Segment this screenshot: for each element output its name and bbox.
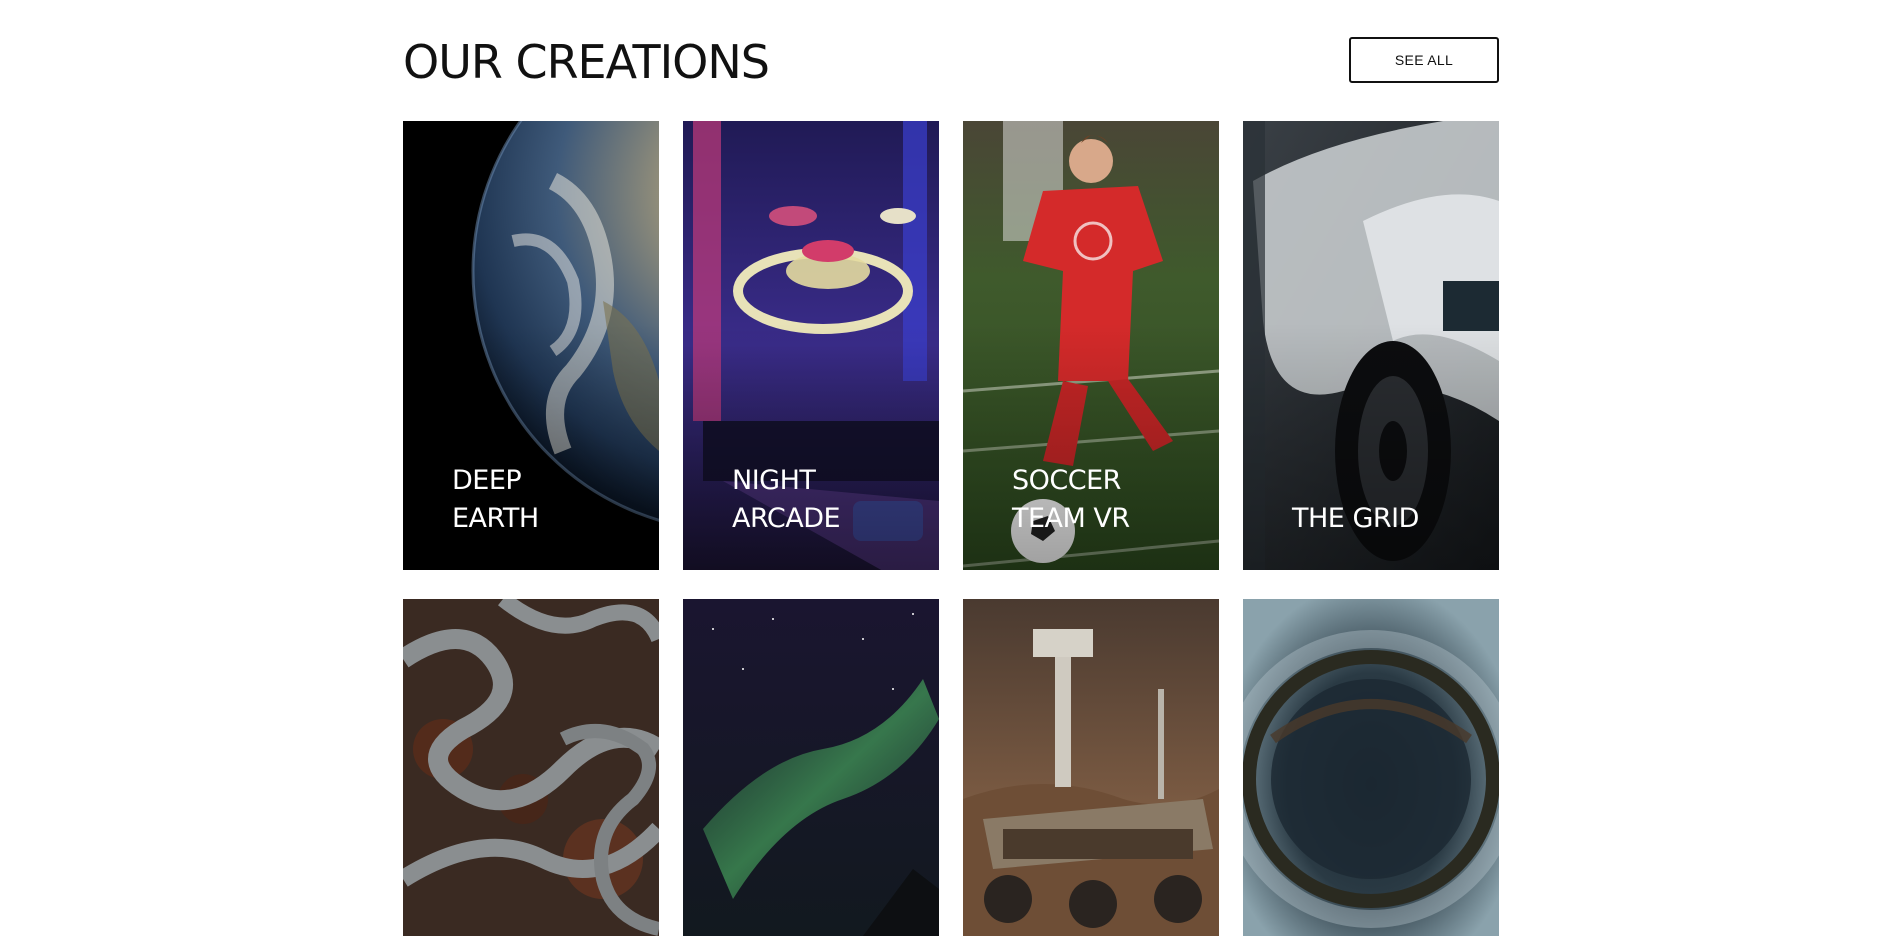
card-aurora[interactable] — [683, 599, 939, 936]
mars-rover-image — [963, 599, 1219, 936]
card-title: DEEP EARTH — [452, 465, 539, 534]
card-winding-roads[interactable] — [403, 599, 659, 936]
card-title: THE GRID — [1292, 503, 1419, 534]
card-soccer-team-vr[interactable]: SOCCER TEAM VR — [963, 121, 1219, 570]
see-all-button[interactable]: SEE ALL — [1349, 37, 1499, 83]
card-night-arcade[interactable]: NIGHT ARCADE — [683, 121, 939, 570]
card-tiny-planet[interactable] — [1243, 599, 1499, 936]
card-title: NIGHT ARCADE — [732, 465, 841, 534]
tiny-planet-image — [1243, 599, 1499, 936]
card-mars-rover[interactable] — [963, 599, 1219, 936]
card-the-grid[interactable]: THE GRID — [1243, 121, 1499, 570]
aurora-image — [683, 599, 939, 936]
creations-section: OUR CREATIONS SEE ALL DEEP EARTH NIGHT A… — [0, 0, 1903, 936]
section-title: OUR CREATIONS — [403, 35, 770, 89]
card-title: SOCCER TEAM VR — [1012, 465, 1130, 534]
winding-roads-image — [403, 599, 659, 936]
card-deep-earth[interactable]: DEEP EARTH — [403, 121, 659, 570]
